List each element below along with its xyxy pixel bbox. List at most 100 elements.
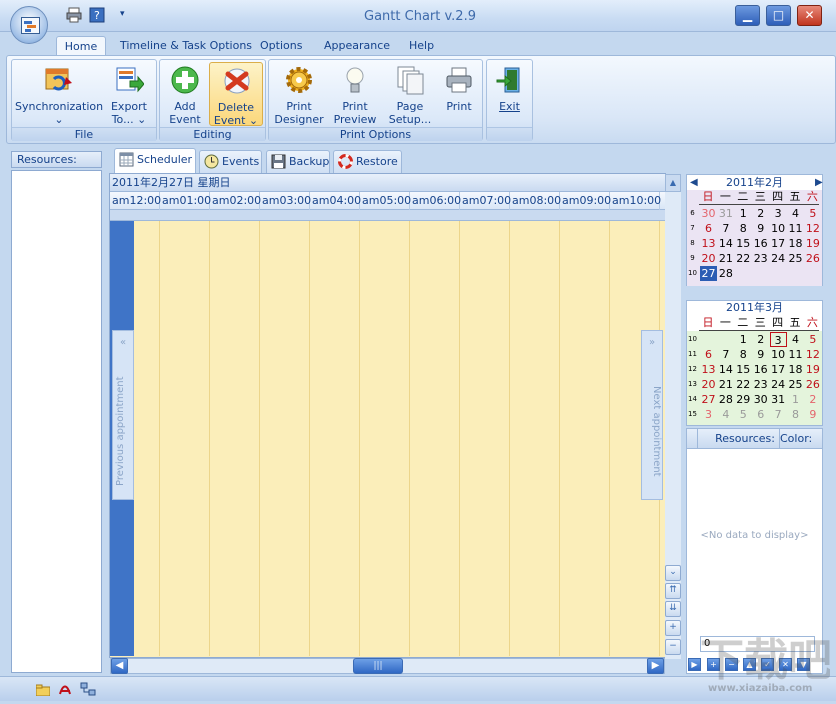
calendar-day[interactable]: 5 <box>735 407 752 422</box>
print-icon[interactable] <box>66 7 82 23</box>
tab-restore[interactable]: Restore <box>333 150 402 173</box>
all-day-area[interactable] <box>110 210 665 221</box>
calendar-day[interactable]: 17 <box>770 362 787 377</box>
delete-event-button[interactable]: Delete Event ⌄ <box>209 62 263 127</box>
calendar-day[interactable]: 25 <box>787 251 804 266</box>
calendar-day[interactable]: 15 <box>735 236 752 251</box>
calendar-day[interactable]: 23 <box>752 377 769 392</box>
calendar-day[interactable]: 6 <box>700 221 717 236</box>
tab-appearance[interactable]: Appearance <box>320 36 394 56</box>
print-preview-button[interactable]: Print Preview <box>331 62 379 126</box>
calendar-day[interactable]: 9 <box>752 221 769 236</box>
calendar-february-days[interactable]: 日一二三四五六 6 30 31 1 2 3 4 5 7 6 7 8 9 10 11 12 8 13 14 15 16 17 1… <box>687 190 822 286</box>
calendar-day[interactable]: 31 <box>770 392 787 407</box>
calendar-day[interactable]: 19 <box>804 362 821 377</box>
calendar-day[interactable]: 13 <box>700 362 717 377</box>
add-event-button[interactable]: Add Event <box>163 62 207 126</box>
calendar-day[interactable]: 27 <box>700 392 717 407</box>
calendar-march-days[interactable]: 日一二三四五六 10 1 2 3 4 5 11 6 7 8 9 10 11 12 12 13 14 15 16 17 18… <box>687 316 822 426</box>
calendar-day[interactable]: 10 <box>770 347 787 362</box>
tab-scheduler[interactable]: Scheduler <box>114 148 196 173</box>
column-resources[interactable]: Resources: <box>697 429 780 449</box>
previous-appointment-button[interactable]: « Previous appointment <box>112 330 134 500</box>
calendar-day[interactable]: 23 <box>752 251 769 266</box>
maximize-button[interactable]: □ <box>766 5 791 26</box>
calendar-day[interactable]: 7 <box>770 407 787 422</box>
calendar-day[interactable]: 1 <box>735 206 752 221</box>
scroll-up-icon[interactable]: ▲ <box>665 174 681 192</box>
calendar-day[interactable]: 20 <box>700 251 717 266</box>
calendar-day[interactable]: 16 <box>752 236 769 251</box>
print-button[interactable]: Print <box>437 62 481 126</box>
export-to-button[interactable]: Export To... ⌄ <box>107 62 151 126</box>
calendar-day[interactable]: 11 <box>787 347 804 362</box>
prev-month-icon[interactable]: ◀ <box>690 175 700 191</box>
calendar-day[interactable]: 18 <box>787 236 804 251</box>
quick-access-dropdown-icon[interactable]: ▾ <box>120 9 136 25</box>
minimize-button[interactable]: ▁ <box>735 5 760 26</box>
calendar-day[interactable]: 12 <box>804 221 821 236</box>
scroll-right-icon[interactable]: ▶ <box>647 658 664 674</box>
pdf-icon[interactable] <box>58 682 72 696</box>
network-icon[interactable] <box>80 682 96 696</box>
resources-list[interactable] <box>11 170 102 673</box>
calendar-day[interactable]: 26 <box>804 377 821 392</box>
column-color[interactable]: Color: <box>776 429 826 449</box>
calendar-day[interactable]: 22 <box>735 377 752 392</box>
tab-timeline-task-options[interactable]: Timeline & Task Options <box>116 36 256 56</box>
scroll-bottom-icon[interactable]: ⇊ <box>665 601 681 617</box>
calendar-day[interactable]: 12 <box>804 347 821 362</box>
tab-events[interactable]: Events <box>199 150 262 173</box>
calendar-day[interactable]: 31 <box>717 206 734 221</box>
calendar-day[interactable]: 20 <box>700 377 717 392</box>
calendar-day[interactable]: 2 <box>752 206 769 221</box>
calendar-day[interactable]: 27 <box>700 266 717 281</box>
calendar-day[interactable]: 21 <box>717 251 734 266</box>
calendar-day[interactable]: 3 <box>700 407 717 422</box>
calendar-day[interactable]: 6 <box>700 347 717 362</box>
calendar-day[interactable]: 8 <box>735 221 752 236</box>
calendar-day[interactable]: 28 <box>717 266 734 281</box>
calendar-day[interactable]: 24 <box>770 251 787 266</box>
calendar-day[interactable]: 14 <box>717 362 734 377</box>
calendar-day[interactable]: 30 <box>752 392 769 407</box>
time-grid[interactable] <box>134 221 664 656</box>
calendar-day[interactable]: 17 <box>770 236 787 251</box>
calendar-day[interactable]: 4 <box>787 332 804 347</box>
next-appointment-button[interactable]: » Next appointment <box>641 330 663 500</box>
calendar-day[interactable]: 6 <box>752 407 769 422</box>
calendar-day[interactable]: 9 <box>752 347 769 362</box>
next-month-icon[interactable]: ▶ <box>815 175 825 191</box>
tab-backup[interactable]: Backup <box>266 150 330 173</box>
calendar-day[interactable]: 22 <box>735 251 752 266</box>
calendar-day[interactable]: 4 <box>717 407 734 422</box>
synchronization-button[interactable]: Synchronization ⌄ <box>15 62 103 126</box>
tab-home[interactable]: Home <box>56 36 106 56</box>
application-menu-button[interactable] <box>10 6 48 44</box>
calendar-day[interactable]: 5 <box>804 206 821 221</box>
calendar-day[interactable]: 21 <box>717 377 734 392</box>
calendar-day[interactable]: 5 <box>804 332 821 347</box>
calendar-day[interactable]: 11 <box>787 221 804 236</box>
exit-button[interactable]: Exit <box>489 62 530 126</box>
calendar-day[interactable]: 29 <box>735 392 752 407</box>
calendar-day[interactable]: 18 <box>787 362 804 377</box>
zoom-out-icon[interactable]: − <box>665 639 681 655</box>
calendar-day[interactable]: 15 <box>735 362 752 377</box>
scroll-left-icon[interactable]: ◀ <box>111 658 128 674</box>
calendar-day[interactable]: 16 <box>752 362 769 377</box>
tab-help[interactable]: Help <box>405 36 438 56</box>
scroll-down-icon[interactable]: ⌄ <box>665 565 681 581</box>
calendar-day[interactable]: 24 <box>770 377 787 392</box>
page-setup-button[interactable]: Page Setup... <box>386 62 434 126</box>
calendar-day[interactable]: 3 <box>770 206 787 221</box>
calendar-day[interactable]: 25 <box>787 377 804 392</box>
calendar-day[interactable]: 7 <box>717 347 734 362</box>
calendar-day[interactable]: 30 <box>700 206 717 221</box>
calendar-day[interactable]: 8 <box>787 407 804 422</box>
zoom-in-icon[interactable]: + <box>665 620 681 636</box>
calendar-day[interactable]: 4 <box>787 206 804 221</box>
calendar-day[interactable]: 1 <box>735 332 752 347</box>
calendar-day[interactable]: 26 <box>804 251 821 266</box>
close-button[interactable]: ✕ <box>797 5 822 26</box>
